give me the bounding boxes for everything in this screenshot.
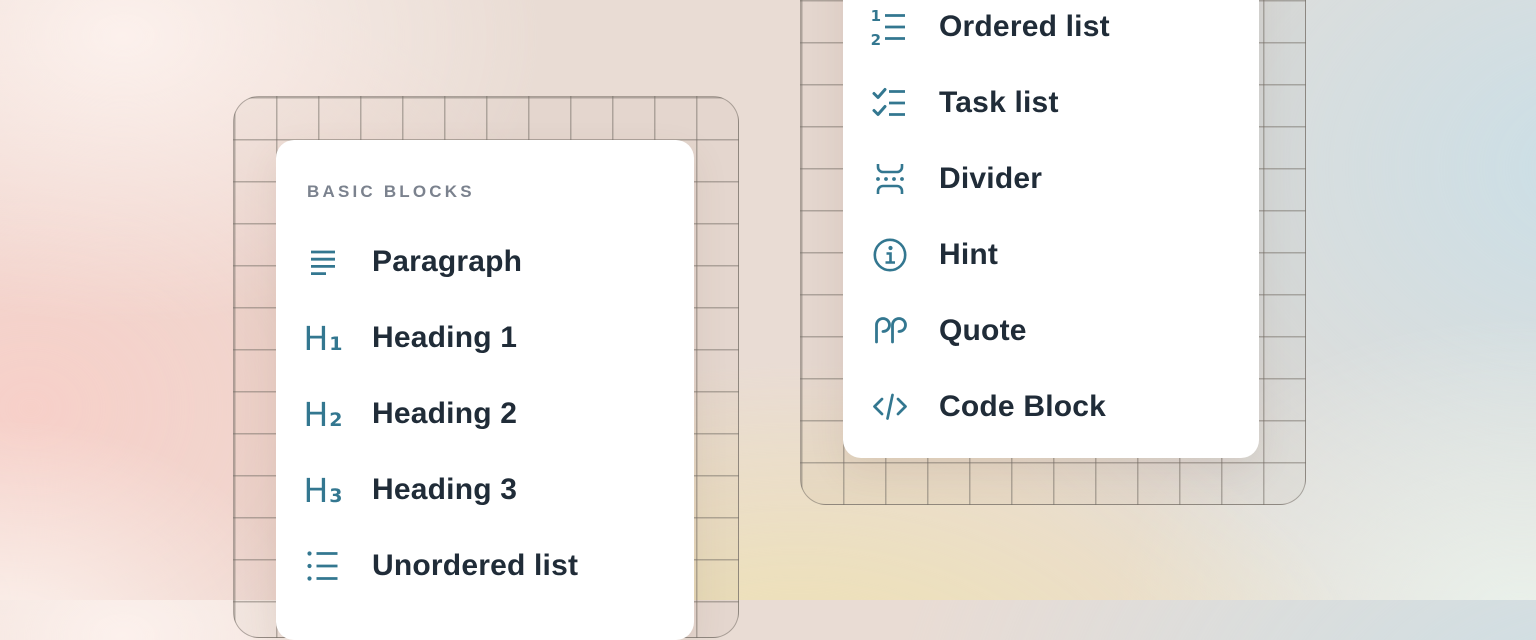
code-block-icon	[871, 388, 909, 426]
unordered-list-icon	[304, 547, 342, 585]
menu-item-heading-3[interactable]: H3 Heading 3	[276, 452, 694, 528]
section-title: BASIC BLOCKS	[307, 182, 694, 202]
menu-item-heading-1[interactable]: H1 Heading 1	[276, 300, 694, 376]
menu-item-label: Unordered list	[372, 549, 578, 583]
menu-item-heading-2[interactable]: H2 Heading 2	[276, 376, 694, 452]
quote-icon	[871, 312, 909, 350]
paragraph-icon	[304, 243, 342, 281]
blocks-list: 1 2 Ordered list Task list	[843, 0, 1259, 445]
menu-item-label: Quote	[939, 314, 1027, 348]
menu-item-label: Paragraph	[372, 245, 522, 279]
menu-item-label: Ordered list	[939, 10, 1110, 44]
menu-item-label: Hint	[939, 238, 998, 272]
menu-item-label: Task list	[939, 86, 1059, 120]
menu-item-divider[interactable]: Divider	[843, 141, 1259, 217]
task-list-icon	[871, 84, 909, 122]
menu-item-ordered-list[interactable]: 1 2 Ordered list	[843, 0, 1259, 65]
menu-item-label: Heading 3	[372, 473, 517, 507]
svg-text:2: 2	[871, 31, 881, 46]
hint-icon	[871, 236, 909, 274]
heading-3-icon: H3	[304, 471, 342, 509]
menu-item-label: Divider	[939, 162, 1042, 196]
blocks-menu-continued: 1 2 Ordered list Task list	[843, 0, 1259, 458]
menu-item-label: Code Block	[939, 390, 1106, 424]
menu-item-paragraph[interactable]: Paragraph	[276, 224, 694, 300]
menu-item-code-block[interactable]: Code Block	[843, 369, 1259, 445]
menu-item-label: Heading 2	[372, 397, 517, 431]
menu-item-quote[interactable]: Quote	[843, 293, 1259, 369]
basic-blocks-menu: BASIC BLOCKS Paragraph H1 Heading 1 H2 H…	[276, 140, 694, 640]
divider-icon	[871, 160, 909, 198]
basic-blocks-list: Paragraph H1 Heading 1 H2 Heading 2 H3 H…	[276, 224, 694, 604]
menu-item-hint[interactable]: Hint	[843, 217, 1259, 293]
menu-item-task-list[interactable]: Task list	[843, 65, 1259, 141]
ordered-list-icon: 1 2	[871, 8, 909, 46]
heading-2-icon: H2	[304, 395, 342, 433]
menu-item-unordered-list[interactable]: Unordered list	[276, 528, 694, 604]
heading-1-icon: H1	[304, 319, 342, 357]
svg-text:1: 1	[871, 8, 881, 25]
menu-item-label: Heading 1	[372, 321, 517, 355]
